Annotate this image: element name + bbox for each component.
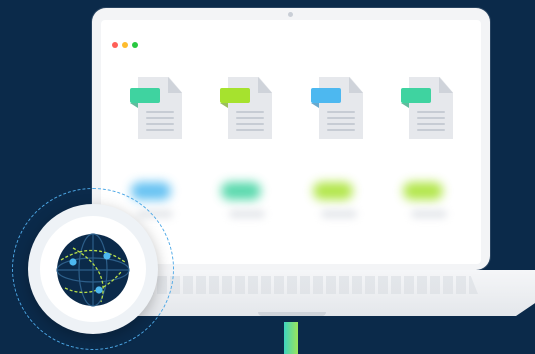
globe-network-icon [56,233,130,307]
blurred-file-tag [313,182,353,200]
document-icon[interactable] [401,77,453,143]
document-icon[interactable] [220,77,272,143]
cable [284,322,298,354]
maximize-dot-icon[interactable] [132,42,138,48]
blurred-file-tag [403,182,443,200]
window-controls [112,42,138,48]
trackpad-notch [258,312,326,316]
document-icon[interactable] [130,77,182,143]
blurred-file-label [321,210,357,218]
blurred-file-label [411,210,447,218]
document-icon[interactable] [311,77,363,143]
close-dot-icon[interactable] [112,42,118,48]
blurred-file-label [229,210,265,218]
blurred-file-tag [131,182,171,200]
blurred-file-tag [221,182,261,200]
illustration-scene [0,0,535,354]
camera-icon [288,12,293,17]
minimize-dot-icon[interactable] [122,42,128,48]
